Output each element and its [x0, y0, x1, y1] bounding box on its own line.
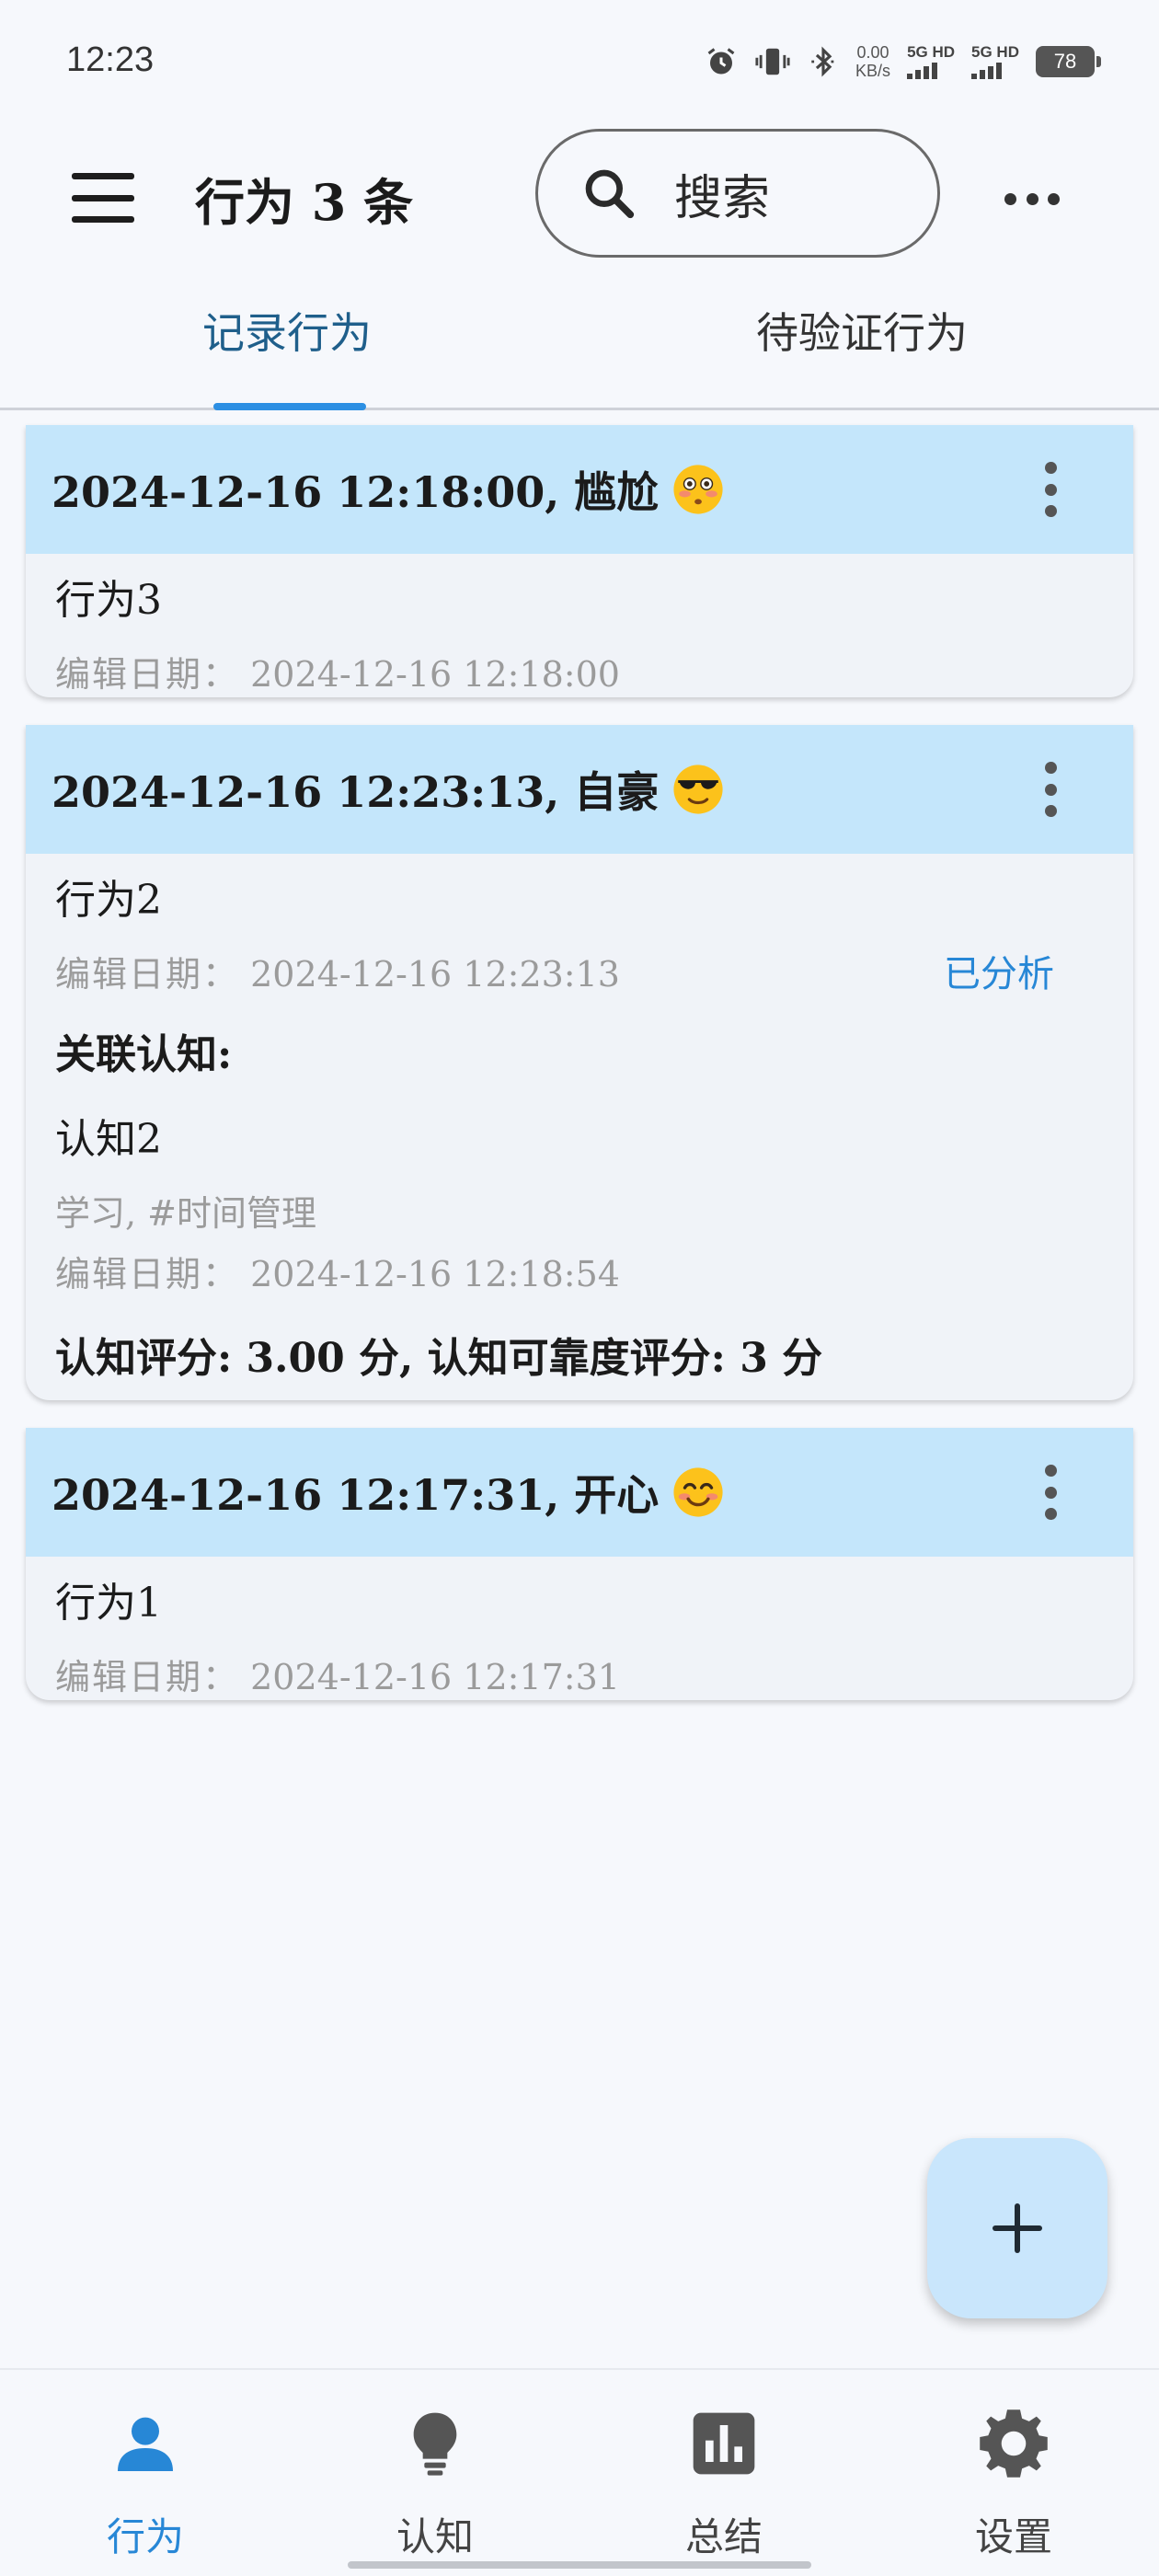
home-indicator[interactable]: [348, 2561, 811, 2569]
network-speed: 0.00 KB/s: [855, 43, 890, 80]
nav-item-behavior[interactable]: 行为: [53, 2398, 237, 2562]
edit-date: 编辑日期： 2024-12-16 12:23:13: [55, 946, 620, 996]
cognition-edit-date-label: 编辑日期：: [55, 1254, 240, 1294]
card-title-text: 2024-12-16 12:23:13, 自豪: [52, 767, 660, 817]
analyzed-status[interactable]: 已分析: [944, 944, 1054, 997]
smiling-face-icon: [671, 1466, 725, 1519]
card-menu-icon[interactable]: [1041, 462, 1060, 517]
card-menu-icon[interactable]: [1041, 1465, 1060, 1520]
status-icons: 0.00 KB/s 5G HD 5G HD 78: [705, 39, 1101, 85]
behavior-card[interactable]: 2024-12-16 12:18:00, 尴尬 行为3 编辑日期： 2024-1…: [26, 425, 1133, 697]
tab-indicator: [213, 403, 366, 410]
card-menu-icon[interactable]: [1041, 762, 1060, 817]
network-speed-unit: KB/s: [855, 62, 891, 80]
sim1-label: 5G HD: [907, 43, 956, 61]
search-icon: [580, 165, 637, 222]
behavior-text: 行为2: [55, 877, 162, 924]
edit-date-value: 2024-12-16 12:17:31: [250, 1657, 620, 1697]
tab-pending-behavior[interactable]: 待验证行为: [756, 300, 968, 361]
bottom-nav: 行为 认知 总结 设置: [0, 2368, 1159, 2576]
behavior-text: 行为1: [55, 1580, 162, 1627]
edit-date-value: 2024-12-16 12:18:00: [250, 654, 620, 695]
cognition-edit-date: 编辑日期： 2024-12-16 12:18:54: [55, 1246, 620, 1296]
search-placeholder: 搜索: [674, 170, 771, 226]
card-header: 2024-12-16 12:17:31, 开心: [26, 1428, 1133, 1557]
card-title-text: 2024-12-16 12:17:31, 开心: [52, 1470, 660, 1520]
vibrate-icon: [754, 45, 791, 78]
nav-item-cognition[interactable]: 认知: [343, 2398, 527, 2562]
edit-date: 编辑日期： 2024-12-16 12:18:00: [55, 646, 620, 696]
cognition-tags: 学习, #时间管理: [55, 1193, 316, 1234]
edit-date-label: 编辑日期：: [55, 654, 240, 695]
card-title: 2024-12-16 12:18:00, 尴尬: [52, 459, 725, 520]
card-title: 2024-12-16 12:23:13, 自豪: [52, 759, 725, 820]
app-bar: 行为 3 条 搜索: [0, 120, 1159, 267]
cognition-text: 认知2: [55, 1116, 162, 1163]
nav-label-summary: 总结: [684, 2514, 763, 2559]
battery-level: 78: [1053, 50, 1077, 73]
add-behavior-button[interactable]: [927, 2138, 1107, 2318]
flushed-face-icon: [671, 463, 725, 516]
alarm-icon: [705, 45, 738, 78]
edit-date-value: 2024-12-16 12:23:13: [250, 954, 620, 995]
sim1-signal-icon: 5G HD: [907, 44, 955, 79]
page-title: 行为 3 条: [195, 173, 414, 232]
sim2-label: 5G HD: [971, 43, 1019, 61]
nav-label-settings: 设置: [974, 2514, 1052, 2559]
gear-icon: [968, 2398, 1060, 2490]
status-time: 12:23: [66, 40, 155, 79]
edit-date: 编辑日期： 2024-12-16 12:17:31: [55, 1649, 620, 1699]
network-speed-value: 0.00: [856, 43, 889, 62]
search-input[interactable]: 搜索: [535, 129, 940, 258]
app-screen: 12:23 0.00 KB/s 5G HD 5G HD 78 行为 3 条 搜索…: [0, 0, 1159, 2576]
sim2-signal-icon: 5G HD: [971, 44, 1019, 79]
nav-item-settings[interactable]: 设置: [922, 2398, 1106, 2562]
menu-icon[interactable]: [66, 166, 140, 230]
behavior-text: 行为3: [55, 577, 162, 624]
plus-icon: [993, 2203, 1042, 2253]
person-icon: [99, 2398, 191, 2490]
more-options-icon[interactable]: [995, 182, 1069, 215]
cognition-scores: 认知评分: 3.00 分, 认知可靠度评分: 3 分: [55, 1335, 823, 1382]
lightbulb-icon: [389, 2398, 481, 2490]
tab-record-behavior[interactable]: 记录行为: [202, 300, 372, 361]
bluetooth-icon: [808, 45, 839, 78]
edit-date-label: 编辑日期：: [55, 954, 240, 995]
card-header: 2024-12-16 12:23:13, 自豪: [26, 725, 1133, 854]
cognition-edit-date-value: 2024-12-16 12:18:54: [250, 1254, 620, 1294]
card-title: 2024-12-16 12:17:31, 开心: [52, 1462, 725, 1523]
card-header: 2024-12-16 12:18:00, 尴尬: [26, 425, 1133, 554]
nav-item-summary[interactable]: 总结: [632, 2398, 816, 2562]
card-title-text: 2024-12-16 12:18:00, 尴尬: [52, 467, 660, 517]
tab-bar: 记录行为 待验证行为: [0, 267, 1159, 410]
nav-label-behavior: 行为: [106, 2514, 184, 2559]
nav-label-cognition: 认知: [396, 2514, 474, 2559]
related-cognition-heading: 关联认知:: [55, 1031, 233, 1078]
bar-chart-icon: [678, 2398, 770, 2490]
behavior-card[interactable]: 2024-12-16 12:23:13, 自豪 行为2 编辑日期： 2024-1…: [26, 725, 1133, 1400]
status-bar: 12:23 0.00 KB/s 5G HD 5G HD 78: [0, 0, 1159, 120]
battery-icon: 78: [1036, 46, 1101, 77]
sunglasses-face-icon: [671, 763, 725, 816]
behavior-card[interactable]: 2024-12-16 12:17:31, 开心 行为1 编辑日期： 2024-1…: [26, 1428, 1133, 1700]
edit-date-label: 编辑日期：: [55, 1657, 240, 1697]
